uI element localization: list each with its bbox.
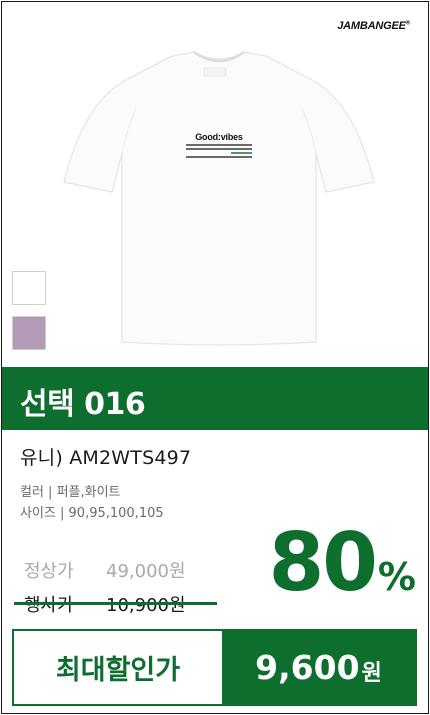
discount-number: 80 xyxy=(268,516,378,609)
final-price-amount: 9,600 xyxy=(255,648,360,687)
size-info: 사이즈 | 90,95,100,105 xyxy=(20,506,164,521)
selection-banner: 선택 016 xyxy=(2,367,428,430)
banner-title: 선택 016 xyxy=(20,387,146,422)
brand-logo: JAMBANGEE® xyxy=(337,20,410,32)
swatch-white[interactable] xyxy=(12,271,46,305)
regular-price-label: 정상가 xyxy=(24,561,74,582)
strikethrough-line xyxy=(14,602,217,605)
print-line-green xyxy=(231,152,252,154)
final-price-label: 최대할인가 xyxy=(55,655,181,686)
tshirt-illustration xyxy=(63,50,375,346)
final-price-value: 9,600 원 xyxy=(222,631,415,704)
final-price-box[interactable]: 최대할인가 9,600 원 xyxy=(12,629,417,706)
regular-price-value: 49,000원 xyxy=(106,561,186,582)
registered-mark: ® xyxy=(405,20,410,27)
color-info: 컬러 | 퍼플,화이트 xyxy=(20,485,121,500)
discount-rate: 80% xyxy=(269,523,416,603)
print-line xyxy=(186,156,252,158)
product-image[interactable]: Good:vibes xyxy=(54,42,384,362)
product-card: JAMBANGEE® Good:vibes 선택 016 유니) AM2WTS4… xyxy=(1,1,429,714)
final-price-unit: 원 xyxy=(361,660,382,686)
shirt-print-text: Good:vibes xyxy=(195,132,243,142)
model-name: 유니) AM2WTS497 xyxy=(20,447,192,469)
print-line xyxy=(186,144,252,146)
discount-unit: % xyxy=(377,555,416,599)
brand-name: JAMBANGEE xyxy=(337,20,406,32)
event-price-value: 10,900원 xyxy=(106,595,186,616)
print-line xyxy=(186,148,252,150)
shirt-graphic: Good:vibes xyxy=(184,132,254,158)
swatch-purple[interactable] xyxy=(12,316,46,350)
regular-price-row: 정상가 49,000원 xyxy=(24,557,186,583)
